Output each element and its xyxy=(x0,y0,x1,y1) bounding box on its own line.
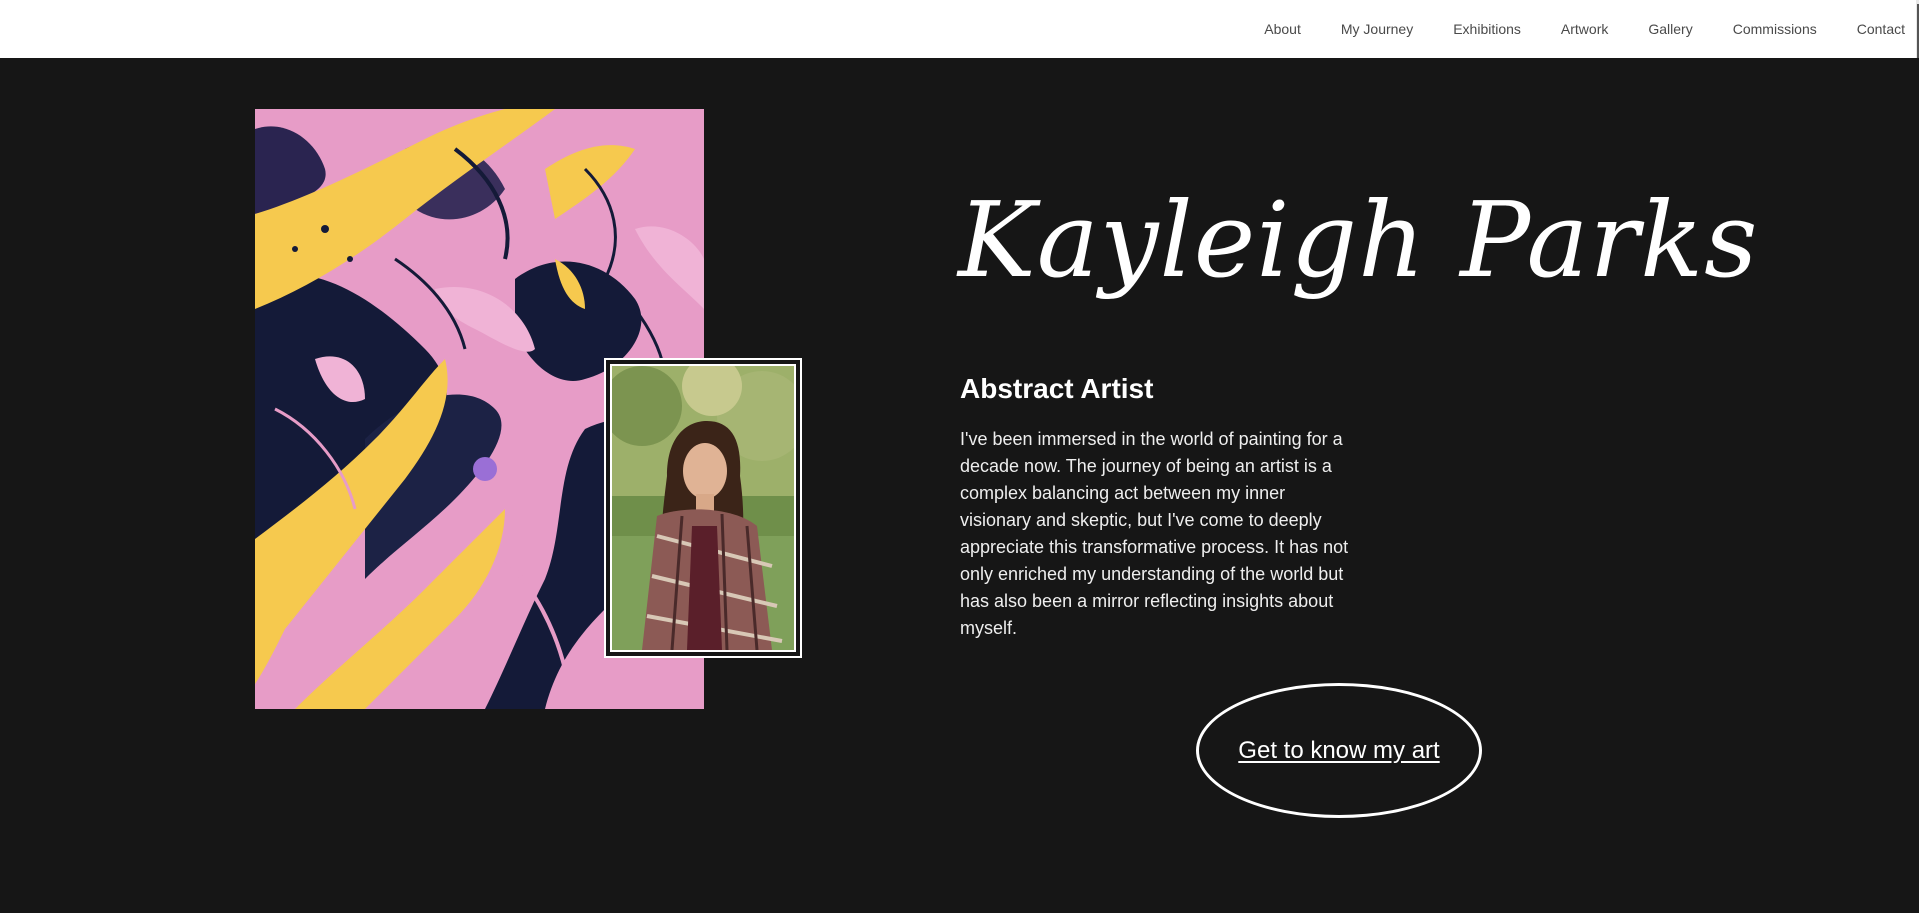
portrait-photo-frame xyxy=(604,358,802,658)
site-header: About My Journey Exhibitions Artwork Gal… xyxy=(0,0,1919,58)
nav-gallery-link[interactable]: Gallery xyxy=(1648,21,1692,37)
artist-role-subtitle: Abstract Artist xyxy=(960,373,1154,405)
nav-exhibitions-link[interactable]: Exhibitions xyxy=(1453,21,1521,37)
get-to-know-my-art-button[interactable]: Get to know my art xyxy=(1196,683,1482,818)
portrait-photo xyxy=(610,364,796,652)
artist-bio-text: I've been immersed in the world of paint… xyxy=(960,429,1349,638)
nav-artwork-link[interactable]: Artwork xyxy=(1561,21,1608,37)
nav-my-journey-link[interactable]: My Journey xyxy=(1341,21,1413,37)
nav-contact-link[interactable]: Contact xyxy=(1857,21,1905,37)
cta-label: Get to know my art xyxy=(1238,736,1440,764)
nav-about-link[interactable]: About xyxy=(1264,21,1301,37)
artist-name-title: Kayleigh Parks xyxy=(958,178,1759,301)
nav-commissions-link[interactable]: Commissions xyxy=(1733,21,1817,37)
main-nav: About My Journey Exhibitions Artwork Gal… xyxy=(1264,0,1905,58)
